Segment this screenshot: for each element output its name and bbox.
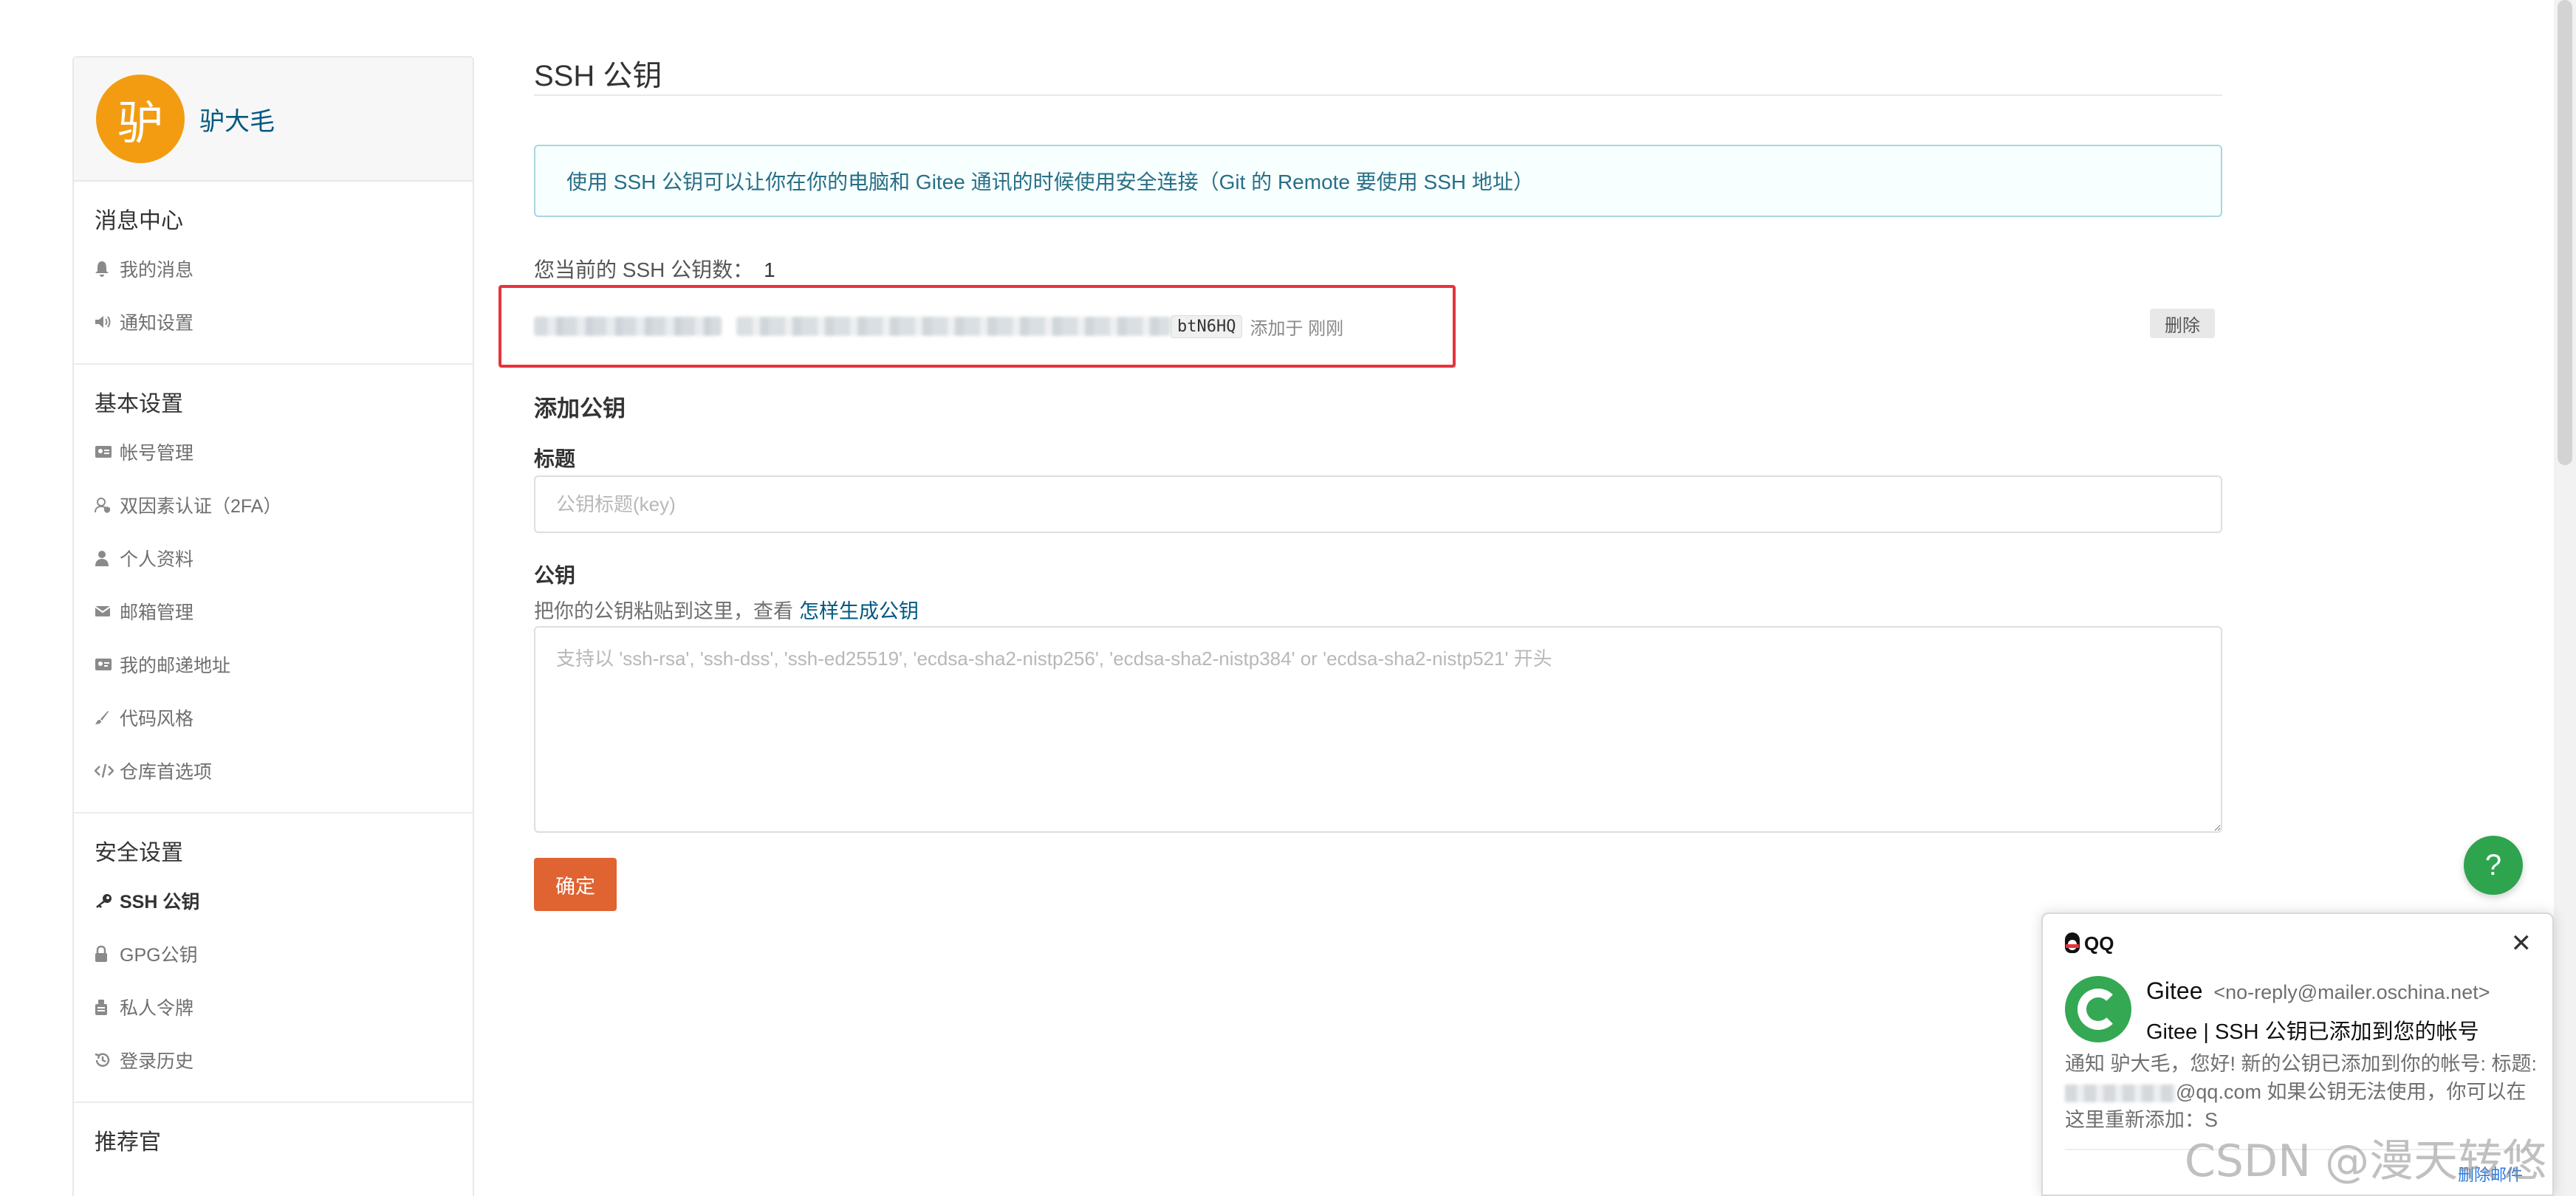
code-icon: [95, 763, 120, 778]
sidebar-item-email[interactable]: 邮箱管理: [74, 585, 473, 638]
key-count-label: 您当前的 SSH 公钥数：: [534, 258, 754, 281]
sidebar-item-2fa[interactable]: 双因素认证（2FA）: [74, 478, 473, 532]
delete-key-button[interactable]: 删除: [2150, 309, 2215, 338]
username-link[interactable]: 驴大毛: [199, 101, 275, 137]
sender-name: Gitee: [2146, 977, 2203, 1004]
key-label: 公钥: [534, 564, 576, 587]
key-count-value: 1: [764, 258, 775, 281]
sidebar-item-label: GPG公钥: [120, 945, 198, 966]
group-title: 安全设置: [95, 841, 183, 865]
key-title-input[interactable]: [534, 475, 2222, 533]
sidebar-item-label: 帐号管理: [120, 443, 194, 464]
id-card-icon: [95, 445, 120, 458]
sidebar-item-label: 我的邮递地址: [120, 656, 231, 676]
key-fingerprint-suffix: btN6HQ: [1171, 315, 1243, 338]
sidebar-item-code-style[interactable]: 代码风格: [74, 691, 473, 744]
sidebar-item-repo-preferences[interactable]: 仓库首选项: [74, 744, 473, 797]
user-icon: [95, 550, 120, 566]
sidebar-item-label: 登录历史: [120, 1051, 194, 1072]
sidebar-item-label: 我的消息: [120, 260, 194, 281]
sidebar-item-address[interactable]: 我的邮递地址: [74, 638, 473, 691]
key-count: 您当前的 SSH 公钥数： 1: [534, 254, 775, 283]
ssh-key-row: btN6HQ 添加于 刚刚 删除: [499, 285, 2215, 368]
sidebar-item-notification-settings[interactable]: 通知设置: [74, 295, 473, 348]
scrollbar-thumb[interactable]: [2558, 0, 2572, 465]
group-title: 消息中心: [95, 209, 183, 233]
mail-sender: Gitee <no-reply@mailer.oschina.net>: [2146, 977, 2490, 1005]
profile-header: 驴 驴大毛: [74, 58, 473, 182]
sidebar-item-label: 邮箱管理: [120, 602, 194, 623]
key-hint: 把你的公钥粘贴到这里，查看 怎样生成公钥: [534, 595, 919, 624]
key-hint-text: 把你的公钥粘贴到这里，查看: [534, 600, 793, 622]
sidebar-item-label: SSH 公钥: [120, 892, 200, 913]
sidebar-item-my-messages[interactable]: 我的消息: [74, 242, 473, 295]
sidebar-item-ssh-keys[interactable]: SSH 公钥: [74, 874, 473, 927]
group-referral: 推荐官: [74, 1103, 473, 1178]
sidebar-item-login-history[interactable]: 登录历史: [74, 1034, 473, 1087]
mail-body-part1: 通知 驴大毛，您好! 新的公钥已添加到你的帐号: 标题:: [2065, 1053, 2538, 1075]
sidebar-item-profile[interactable]: 个人资料: [74, 532, 473, 585]
sidebar-item-gpg-keys[interactable]: GPG公钥: [74, 927, 473, 980]
sidebar-item-label: 代码风格: [120, 709, 194, 729]
sidebar-item-label: 仓库首选项: [120, 762, 213, 783]
settings-sidebar: 驴 驴大毛 消息中心 我的消息 通知设置 基本设置 帐号管理 双因素认证（2FA…: [72, 56, 474, 1196]
info-message: 使用 SSH 公钥可以让你在你的电脑和 Gitee 通讯的时候使用安全连接（Gi…: [534, 145, 2222, 217]
speaker-icon: [95, 315, 120, 329]
title-divider: [534, 94, 2222, 96]
group-title: 基本设置: [95, 392, 183, 416]
group-basic-settings: 基本设置 帐号管理 双因素认证（2FA） 个人资料 邮箱管理 我的邮递地址 代码…: [74, 365, 473, 814]
avatar[interactable]: 驴: [96, 75, 185, 163]
sidebar-item-label: 通知设置: [120, 313, 194, 334]
sidebar-item-label: 私人令牌: [120, 998, 194, 1019]
title-label: 标题: [534, 447, 576, 470]
add-key-section-title: 添加公钥: [534, 396, 626, 422]
bell-icon: [95, 261, 120, 277]
csdn-watermark: CSDN @漫天转悠: [2185, 1135, 2547, 1187]
user-shield-icon: [95, 497, 120, 513]
group-title: 推荐官: [95, 1130, 161, 1155]
close-icon[interactable]: ✕: [2511, 929, 2532, 958]
confirm-button[interactable]: 确定: [534, 858, 617, 911]
envelope-icon: [95, 605, 120, 617]
history-icon: [95, 1052, 120, 1068]
sender-email: <no-reply@mailer.oschina.net>: [2213, 981, 2490, 1003]
qq-penguin-icon: [2063, 932, 2081, 955]
group-security-settings: 安全设置 SSH 公钥 GPG公钥 私人令牌 登录历史: [74, 814, 473, 1103]
ssh-key-info: btN6HQ 添加于 刚刚: [534, 313, 1343, 340]
token-icon: [95, 999, 120, 1015]
sidebar-item-label: 个人资料: [120, 549, 194, 570]
key-icon: [95, 893, 120, 908]
how-to-generate-key-link[interactable]: 怎样生成公钥: [799, 600, 919, 622]
brush-icon: [95, 710, 120, 725]
sidebar-item-label: 双因素认证（2FA）: [120, 496, 282, 517]
sidebar-item-account[interactable]: 帐号管理: [74, 425, 473, 478]
page-scrollbar[interactable]: [2554, 0, 2576, 1196]
page-title: SSH 公钥: [534, 60, 662, 92]
mail-subject: Gitee | SSH 公钥已添加到您的帐号: [2146, 1020, 2479, 1044]
address-card-icon: [95, 658, 120, 671]
info-text: 使用 SSH 公钥可以让你在你的电脑和 Gitee 通讯的时候使用安全连接（Gi…: [566, 171, 1534, 193]
public-key-textarea[interactable]: [534, 626, 2222, 833]
gitee-logo-icon: [2065, 976, 2131, 1042]
qq-brand: QQ: [2084, 932, 2114, 955]
sidebar-item-private-tokens[interactable]: 私人令牌: [74, 980, 473, 1034]
group-message-center: 消息中心 我的消息 通知设置: [74, 182, 473, 365]
lock-icon: [95, 946, 120, 962]
key-fingerprint-redacted: [736, 317, 1171, 336]
key-added-time: 添加于 刚刚: [1250, 318, 1344, 339]
redacted-email: [2065, 1084, 2176, 1102]
mail-preview: 通知 驴大毛，您好! 新的公钥已添加到你的帐号: 标题:@qq.com 如果公钥…: [2065, 1050, 2538, 1134]
help-button[interactable]: ?: [2464, 836, 2523, 895]
key-title-redacted: [534, 317, 722, 336]
qq-header: QQ: [2063, 929, 2114, 958]
